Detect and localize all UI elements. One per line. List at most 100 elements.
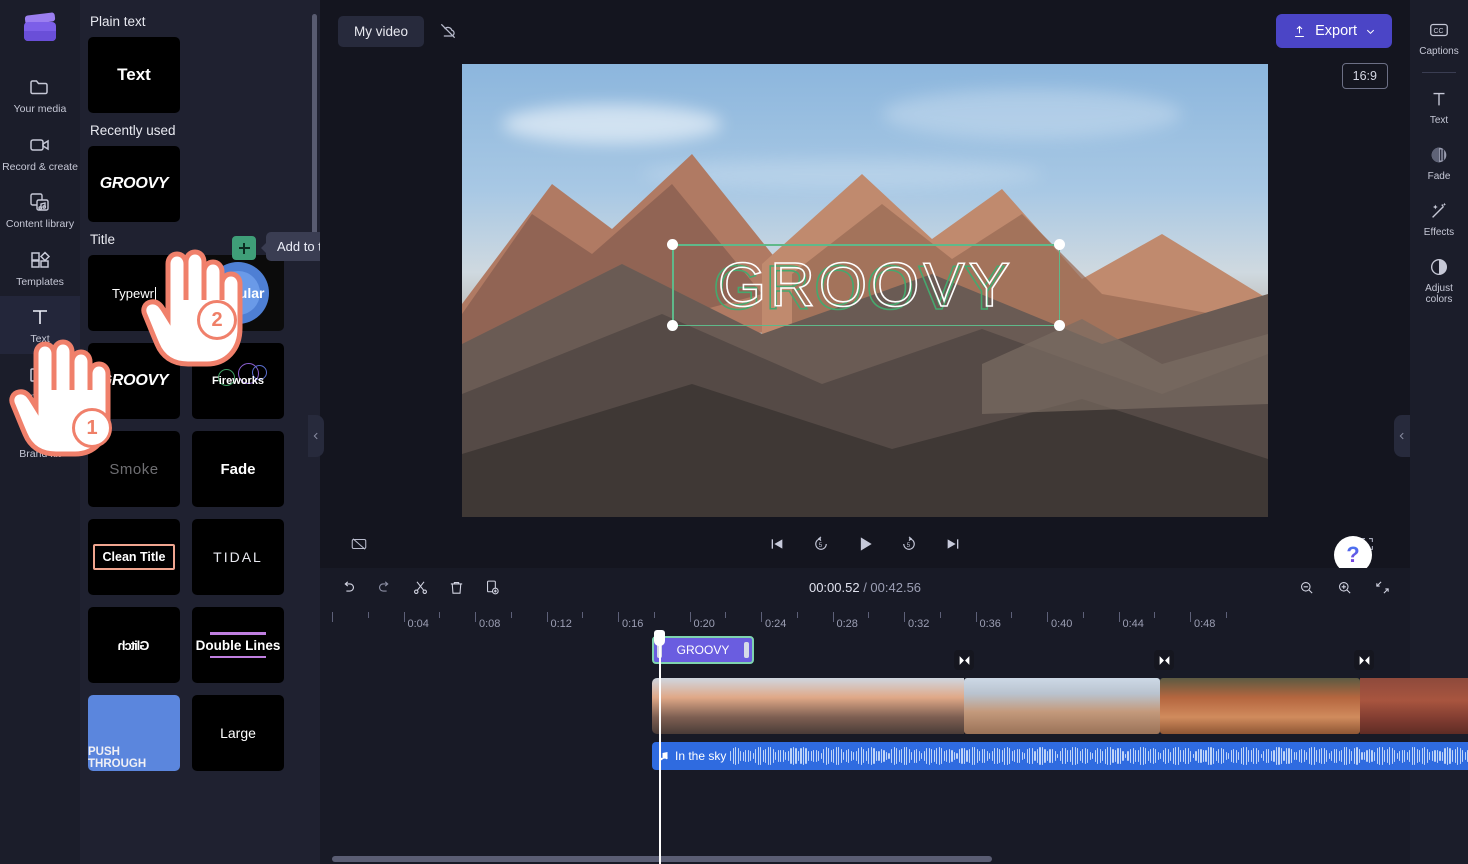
text-panel: Plain text Text Recently used GROOVY Tit… <box>80 0 320 864</box>
right-item-captions[interactable]: CC Captions <box>1410 10 1468 66</box>
sidebar-item-text[interactable]: Text <box>0 296 80 354</box>
cloud-off-icon[interactable] <box>434 17 462 45</box>
text-tile-fade[interactable]: Fade <box>192 431 284 507</box>
text-tile-clean-title[interactable]: Clean Title <box>88 519 180 595</box>
current-time: 00:00.52 <box>808 579 860 595</box>
ruler-tick <box>868 612 870 618</box>
collapse-left-panel-button[interactable] <box>308 415 324 457</box>
sidebar-item-your-media[interactable]: Your media <box>0 66 80 124</box>
right-item-adjust-colors[interactable]: Adjust colors <box>1410 247 1468 314</box>
sidebar-item-transitions[interactable]: Transitions <box>0 354 80 412</box>
ruler-tick <box>725 612 727 618</box>
export-button[interactable]: Export <box>1276 14 1392 48</box>
ruler-label: 0:12 <box>550 618 572 630</box>
ruler-label: 0:32 <box>908 618 930 630</box>
text-tile-plain[interactable]: Text <box>88 37 180 113</box>
tile-label: TIDAL <box>213 549 263 565</box>
ruler-label: 0:36 <box>979 618 1001 630</box>
video-preview[interactable]: GROOVY GROOVY <box>462 64 1268 517</box>
transition-icon-2[interactable] <box>1154 650 1174 670</box>
sidebar-item-content-library[interactable]: Content library <box>0 181 80 239</box>
resize-handle-bl[interactable] <box>667 320 678 331</box>
clip-handle-right[interactable] <box>744 642 749 658</box>
text-tile-groovy-recent[interactable]: GROOVY <box>88 146 180 222</box>
divider <box>1422 72 1456 73</box>
video-clip-3[interactable] <box>1160 678 1360 734</box>
zoom-in-button[interactable] <box>1334 577 1354 597</box>
video-title-field[interactable]: My video <box>338 15 425 47</box>
video-camera-icon <box>30 138 49 151</box>
tile-label: Double Lines <box>195 637 281 653</box>
video-clip-1[interactable] <box>652 678 964 734</box>
text-tile-push-through[interactable]: PUSH THROUGH <box>88 695 180 771</box>
sidebar-item-brand-kit[interactable]: Brand kit <box>0 411 80 469</box>
audio-clip-label: In the sky <box>675 749 727 763</box>
tile-label: Large <box>220 725 256 741</box>
redo-button[interactable] <box>374 577 394 597</box>
clipchamp-logo[interactable] <box>21 12 59 44</box>
export-label: Export <box>1315 23 1357 39</box>
text-t-icon <box>33 310 47 324</box>
tile-label: Fade <box>220 460 256 478</box>
timeline-audio-clip[interactable]: In the sky <box>652 742 1468 770</box>
ruler-tick <box>367 612 369 618</box>
timeline-toolbar: 00:00.52 / 00:42.56 <box>320 568 1410 606</box>
recently-used-grid: GROOVY <box>88 146 306 222</box>
chevron-down-icon <box>1366 29 1375 34</box>
skip-to-start-icon[interactable] <box>766 533 788 555</box>
right-item-text[interactable]: Text <box>1410 79 1468 135</box>
fit-to-screen-button[interactable] <box>1372 577 1392 597</box>
transition-icon-3[interactable] <box>1354 650 1374 670</box>
timeline-video-track[interactable] <box>652 678 1468 734</box>
duplicate-button[interactable] <box>482 577 502 597</box>
zoom-out-button[interactable] <box>1296 577 1316 597</box>
text-tile-groovy[interactable]: GROOVY <box>88 343 180 419</box>
ruler-label: 0:44 <box>1122 618 1144 630</box>
resize-handle-br[interactable] <box>1054 320 1065 331</box>
text-selection-box[interactable]: GROOVY GROOVY <box>667 239 1065 331</box>
video-clip-4[interactable] <box>1360 678 1468 734</box>
split-button[interactable] <box>410 577 430 597</box>
sidebar-item-record-create[interactable]: Record & create <box>0 124 80 182</box>
text-tile-large[interactable]: Large <box>192 695 284 771</box>
tile-label: Clean Title <box>92 544 176 570</box>
timeline-scrollbar[interactable] <box>332 856 992 862</box>
collapse-right-panel-button[interactable] <box>1394 415 1410 457</box>
tooltip-add-to-timeline: Add to timeline <box>261 232 320 261</box>
panel-scrollbar[interactable] <box>312 14 317 250</box>
groovy-text-white: GROOVY <box>717 250 1015 321</box>
ruler-tick <box>796 612 798 618</box>
text-tile-typewriter[interactable]: Typewr <box>88 255 180 331</box>
resize-handle-tr[interactable] <box>1054 239 1065 250</box>
delete-button[interactable] <box>446 577 466 597</box>
add-to-timeline-button[interactable] <box>232 236 256 260</box>
rewind-5-icon[interactable]: 5 <box>810 533 832 555</box>
right-item-fade[interactable]: Fade <box>1410 135 1468 191</box>
chevron-left-icon <box>1399 432 1404 440</box>
sidebar-item-templates[interactable]: Templates <box>0 239 80 297</box>
transition-icon-1[interactable] <box>954 650 974 670</box>
chevron-left-icon <box>313 432 318 440</box>
right-item-label: Captions <box>1419 46 1459 57</box>
video-clip-2[interactable] <box>964 678 1160 734</box>
forward-5-icon[interactable]: 5 <box>898 533 920 555</box>
play-icon[interactable] <box>854 533 876 555</box>
text-tile-double-lines[interactable]: Double Lines <box>192 607 284 683</box>
question-mark-icon: ? <box>1346 542 1360 567</box>
text-tile-fireworks[interactable]: Fireworks <box>192 343 284 419</box>
playhead[interactable] <box>654 630 665 864</box>
timeline-ruler[interactable]: 0:04 0:08 0:12 0:16 0:20 0:24 0:28 0:32 0:36 0:40… <box>320 606 1410 632</box>
text-tile-glitch[interactable]: Glitch <box>88 607 180 683</box>
ruler-label: 0:20 <box>693 618 715 630</box>
resize-handle-tl[interactable] <box>667 239 678 250</box>
ruler-tick <box>939 612 941 618</box>
aspect-ratio-button[interactable]: 16:9 <box>1341 63 1388 89</box>
ruler-label: 0:16 <box>622 618 644 630</box>
ruler-label: 0:40 <box>1051 618 1073 630</box>
timeline-text-clip[interactable]: GROOVY <box>652 636 754 664</box>
undo-button[interactable] <box>338 577 358 597</box>
right-item-effects[interactable]: Effects <box>1410 191 1468 247</box>
skip-to-end-icon[interactable] <box>942 533 964 555</box>
timeline: 00:00.52 / 00:42.56 0:04 0:08 0:12 0:16 0:20… <box>320 568 1468 864</box>
text-tile-tidal[interactable]: TIDAL <box>192 519 284 595</box>
